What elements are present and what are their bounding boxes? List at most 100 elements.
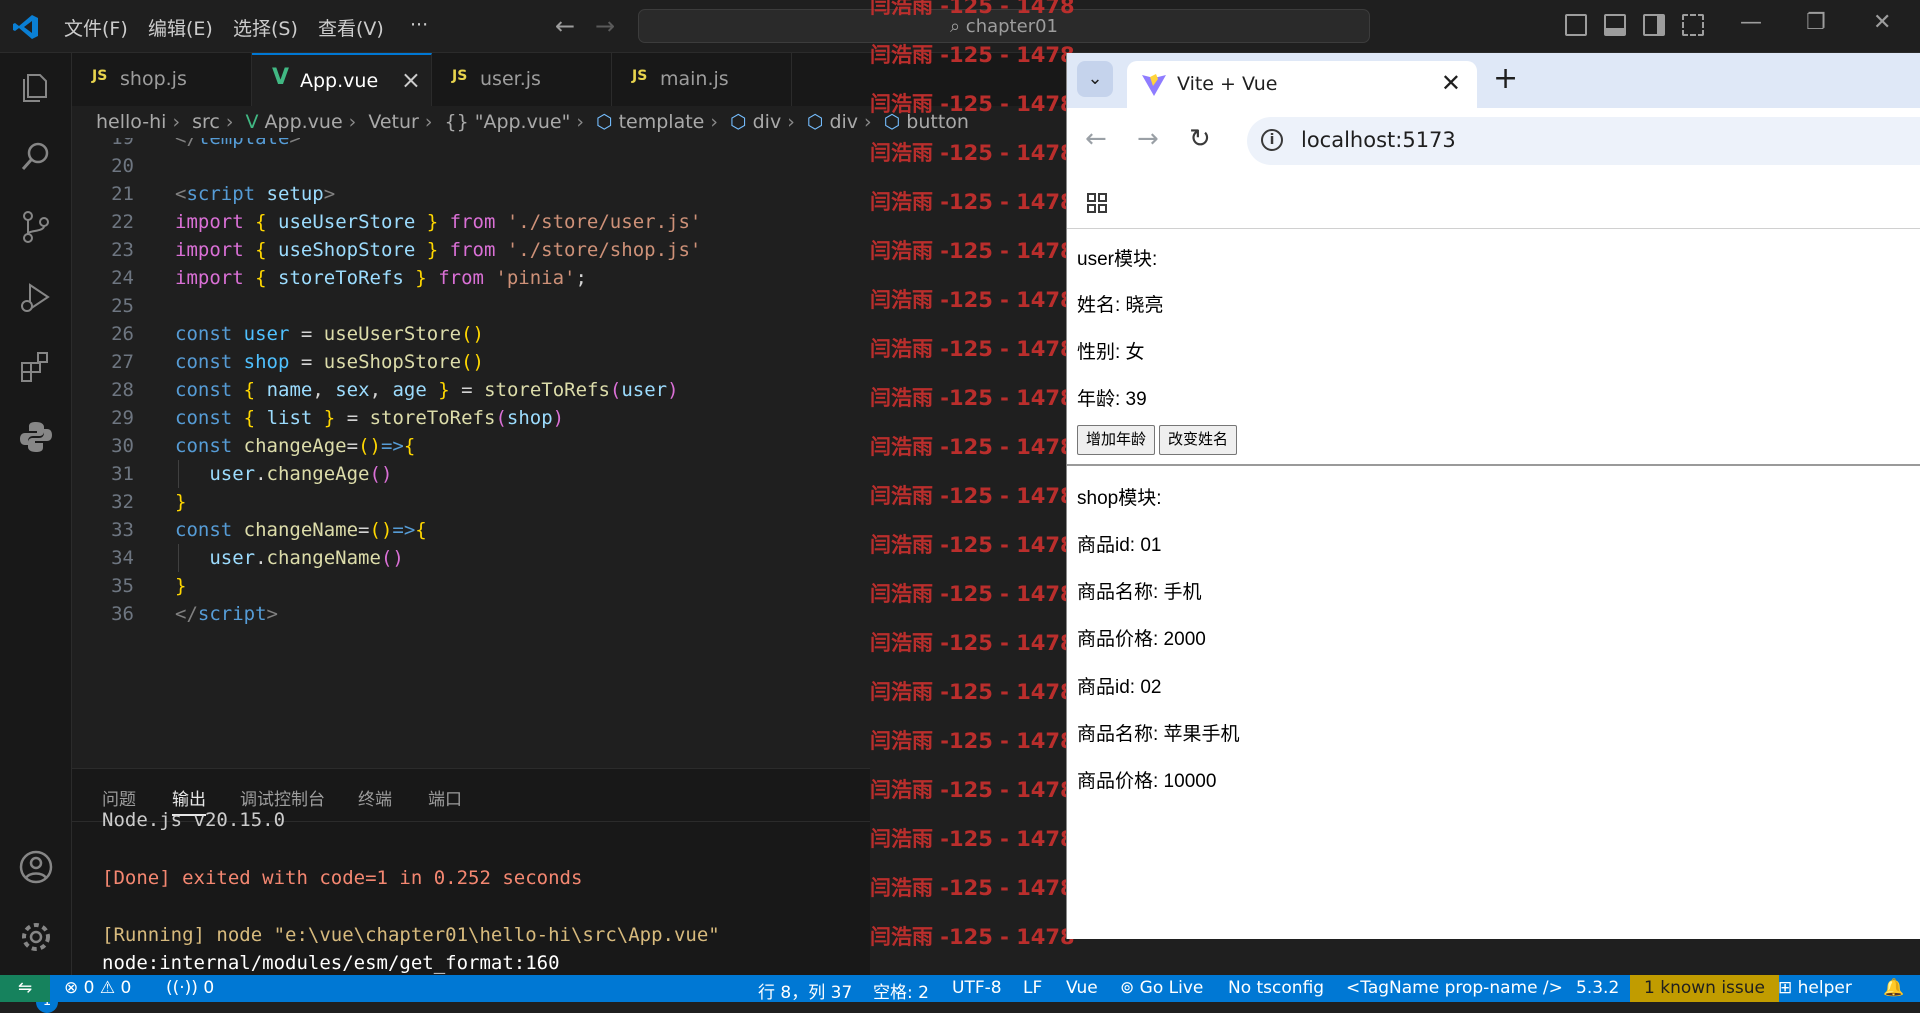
code-editor[interactable]: 19 </template> 20 21 <script setup> 22 impo… xyxy=(72,138,870,768)
code-text: const shop = useShopStore() xyxy=(175,351,484,373)
menu-more[interactable]: ··· xyxy=(410,14,428,36)
notifications-bell-icon[interactable]: 🔔 xyxy=(1883,978,1904,998)
line-number: 23 xyxy=(111,239,134,261)
grid-icon: ⊞ xyxy=(1778,978,1798,998)
tsconfig-status[interactable]: No tsconfig xyxy=(1228,978,1324,998)
encoding[interactable]: UTF-8 xyxy=(952,978,1002,998)
tab-shop-js[interactable]: JS shop.js xyxy=(72,53,252,106)
tab-ports[interactable]: 端口 xyxy=(428,785,462,810)
browser-tab[interactable]: Vite + Vue ✕ xyxy=(1127,61,1477,108)
ports-count: 0 xyxy=(203,978,215,998)
breadcrumb-item[interactable]: src xyxy=(192,111,220,133)
version-indicator[interactable]: 5.3.2 xyxy=(1576,978,1619,998)
watermark-text: 闫浩雨 -125 - 1478 xyxy=(870,631,1075,655)
js-file-icon: JS xyxy=(452,68,468,84)
tab-problems[interactable]: 问题 xyxy=(102,785,136,810)
code-text: <script setup> xyxy=(175,183,336,205)
watermark-text: 闫浩雨 -125 - 1478 xyxy=(870,582,1075,606)
new-tab-icon[interactable]: + xyxy=(1493,61,1518,96)
toggle-sidebar-icon[interactable] xyxy=(1565,14,1587,36)
toggle-secondary-sidebar-icon[interactable] xyxy=(1643,14,1665,36)
extensions-icon[interactable] xyxy=(18,349,54,385)
menu-view[interactable]: 查看(V) xyxy=(318,14,384,41)
search-icon[interactable] xyxy=(18,139,54,175)
chevron-down-icon[interactable]: ⌄ xyxy=(1077,61,1113,97)
ports-indicator[interactable]: ((·)) 0 xyxy=(166,978,214,998)
tab-main-js[interactable]: JS main.js xyxy=(612,53,792,106)
watermark-text: 闫浩雨 -125 - 1478 xyxy=(870,876,1075,900)
tab-app-vue[interactable]: V App.vue × xyxy=(252,53,432,106)
tab-debug-console[interactable]: 调试控制台 xyxy=(240,785,325,810)
breadcrumb-item[interactable]: Vetur xyxy=(368,111,419,133)
python-icon[interactable] xyxy=(18,419,54,455)
minimize-icon[interactable]: — xyxy=(1740,10,1762,35)
breadcrumb-item[interactable]: {} "App.vue" xyxy=(444,111,570,133)
line-number: 21 xyxy=(111,183,134,205)
problems-count[interactable]: ⊗ 0 ⚠ 0 xyxy=(64,978,131,998)
line-number: 25 xyxy=(111,295,134,317)
indent-guide xyxy=(178,544,179,572)
close-tab-icon[interactable]: × xyxy=(401,66,421,94)
code-text: } xyxy=(175,575,187,597)
menu-selection[interactable]: 选择(S) xyxy=(233,14,298,41)
line-ending[interactable]: LF xyxy=(1023,978,1042,998)
code-text: </script> xyxy=(175,603,278,625)
chevron-right-icon: › xyxy=(424,111,433,133)
watermark-text: 闫浩雨 -125 - 1478 xyxy=(870,288,1075,312)
change-name-button[interactable]: 改变姓名 xyxy=(1159,425,1238,455)
language-mode[interactable]: Vue xyxy=(1066,978,1098,998)
address-bar[interactable]: i localhost:5173 xyxy=(1247,117,1920,165)
helper-button[interactable]: ⊞ helper xyxy=(1778,978,1852,998)
line-number: 29 xyxy=(111,407,134,429)
breadcrumb-item[interactable]: hello-hi xyxy=(96,111,166,133)
chevron-right-icon: › xyxy=(348,111,357,133)
indent-guide xyxy=(178,460,179,488)
menu-edit[interactable]: 编辑(E) xyxy=(148,14,213,41)
source-control-icon[interactable] xyxy=(18,209,54,245)
breadcrumb-item[interactable]: div xyxy=(753,111,782,133)
breadcrumb-item[interactable]: App.vue xyxy=(265,111,343,133)
browser-toolbar: ← → ↻ i localhost:5173 xyxy=(1067,108,1920,174)
breadcrumb-item[interactable]: template xyxy=(619,111,705,133)
remote-indicator-icon[interactable]: ⇋ xyxy=(0,975,50,1002)
settings-gear-icon[interactable] xyxy=(18,919,54,955)
breadcrumb-item[interactable]: div xyxy=(829,111,858,133)
cursor-position[interactable]: 行 8，列 37 xyxy=(758,978,852,1003)
indentation[interactable]: 空格: 2 xyxy=(873,978,929,1003)
known-issue-badge[interactable]: 1 known issue xyxy=(1630,975,1779,1002)
tab-terminal[interactable]: 终端 xyxy=(358,785,392,810)
go-live-button[interactable]: ⊚ Go Live xyxy=(1120,978,1203,998)
line-number: 36 xyxy=(111,603,134,625)
chevron-right-icon: › xyxy=(576,111,584,133)
watermark-text: 闫浩雨 -125 - 1478 xyxy=(870,0,1075,18)
tagname-format[interactable]: <TagName prop-name /> xyxy=(1346,978,1563,998)
activity-bar: 1 xyxy=(0,53,72,1013)
customize-layout-icon[interactable] xyxy=(1682,14,1704,36)
apps-grid-icon[interactable] xyxy=(1086,192,1108,214)
reload-icon[interactable]: ↻ xyxy=(1189,124,1211,154)
user-module-heading: user模块: xyxy=(1077,249,1158,270)
account-icon[interactable] xyxy=(18,849,54,885)
explorer-icon[interactable] xyxy=(18,69,54,105)
tab-label: user.js xyxy=(480,68,541,90)
tab-label: main.js xyxy=(660,68,729,90)
site-info-icon[interactable]: i xyxy=(1261,129,1283,151)
menu-file[interactable]: 文件(F) xyxy=(64,14,128,41)
close-tab-icon[interactable]: ✕ xyxy=(1441,69,1461,97)
back-arrow-icon[interactable]: ← xyxy=(555,12,575,40)
output-line-running: [Running] node "e:\vue\chapter01\hello-h… xyxy=(102,924,720,946)
code-text: const changeName=()=>{ xyxy=(175,519,427,541)
code-text: </template> xyxy=(175,138,301,149)
tab-user-js[interactable]: JS user.js xyxy=(432,53,612,106)
maximize-icon[interactable]: ❐ xyxy=(1806,10,1826,35)
code-text: const user = useUserStore() xyxy=(175,323,484,345)
watermark-text: 闫浩雨 -125 - 1478 xyxy=(870,925,1075,949)
forward-arrow-icon[interactable]: → xyxy=(595,12,615,40)
run-debug-icon[interactable] xyxy=(18,279,54,315)
forward-arrow-icon[interactable]: → xyxy=(1137,124,1159,154)
back-arrow-icon[interactable]: ← xyxy=(1085,124,1107,154)
toggle-panel-icon[interactable] xyxy=(1604,14,1626,36)
add-age-button[interactable]: 增加年龄 xyxy=(1077,425,1156,455)
cube-icon: ⬡ xyxy=(595,111,613,133)
close-window-icon[interactable]: ✕ xyxy=(1873,10,1891,35)
